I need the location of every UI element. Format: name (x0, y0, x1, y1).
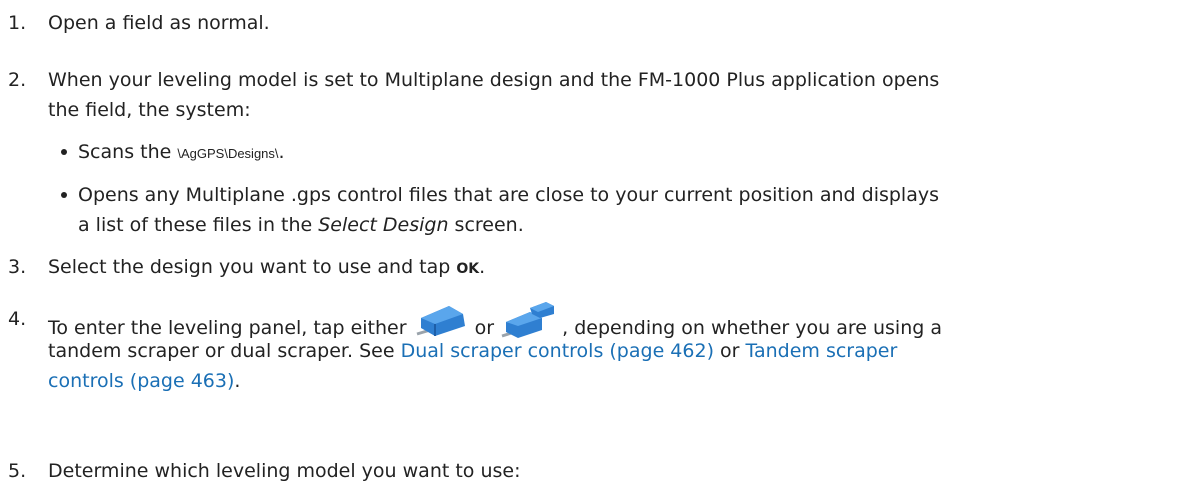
bullet-text: Scans the \AgGPS\Designs\. (61, 137, 1158, 169)
bullet-text-part: Scans the (78, 141, 178, 163)
step-text-line: When your leveling model is set to Multi… (48, 69, 940, 91)
step-text-line: the field, the system: (48, 99, 251, 121)
bullet-text: Opens any Multiplane .gps control files … (61, 180, 1158, 240)
bullet-text-part: a list of these files in the (78, 214, 319, 236)
bullet-text-part: . (278, 141, 285, 163)
tandem-scraper-controls-link[interactable]: Tandem scraper (746, 340, 898, 362)
step-number: 2. (8, 69, 27, 91)
bullet-text-part: screen. (448, 214, 524, 236)
step-number: 1. (8, 12, 27, 34)
bullet-dot (61, 149, 67, 155)
step-text-part: Select the design you want to use and ta… (48, 256, 457, 278)
tandem-scraper-controls-link-cont[interactable]: controls (page 463) (48, 370, 234, 392)
step-text-part: . (234, 370, 241, 392)
folder-path: \AgGPS\Designs\ (177, 146, 279, 161)
step-text: Open a field as normal. (48, 12, 270, 34)
step-text: Determine which leveling model you want … (48, 460, 521, 482)
step-number: 3. (8, 256, 27, 278)
dual-scraper-controls-link[interactable]: Dual scraper controls (page 462) (401, 340, 714, 362)
step-text-line: To enter the leveling panel, tap either … (48, 300, 1168, 339)
screen-name: Select Design (318, 214, 449, 236)
step-text: When your leveling model is set to Multi… (48, 65, 1168, 125)
step-number: 5. (8, 460, 27, 482)
step-text: To enter the leveling panel, tap either … (48, 300, 1168, 396)
bullet-dot (61, 192, 67, 198)
bullet-text-line: Opens any Multiplane .gps control files … (78, 184, 939, 206)
step-text-line: controls (page 463). (48, 366, 1168, 396)
step-text-part: . (479, 256, 486, 278)
step-number: 4. (8, 308, 27, 330)
step-text: Select the design you want to use and ta… (48, 252, 1168, 284)
step-text-part: or (713, 340, 746, 362)
step-text-part: tandem scraper or dual scraper. See (48, 340, 401, 362)
bullet-text-line: a list of these files in the Select Desi… (78, 210, 1158, 240)
document-page: 1. Open a field as normal. 2. When your … (0, 0, 1195, 501)
ok-button-label: OK (456, 261, 480, 277)
step-text-line: tandem scraper or dual scraper. See Dual… (48, 336, 1168, 366)
